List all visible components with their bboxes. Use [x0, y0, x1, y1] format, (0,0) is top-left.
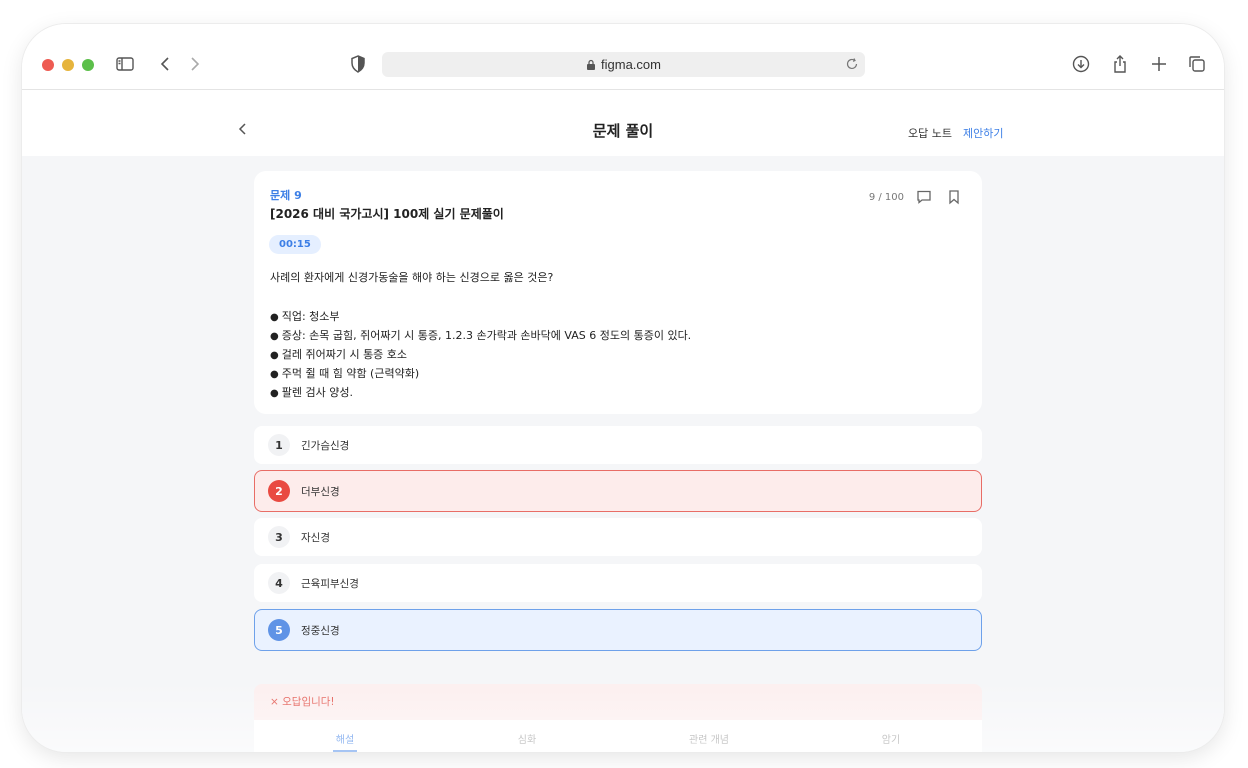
option-number: 4: [268, 572, 290, 594]
question-text: 사례의 환자에게 신경가동술을 해야 하는 신경으로 옳은 것은?: [270, 271, 554, 284]
answer-option-5[interactable]: 5 정중신경: [254, 609, 982, 651]
comment-icon[interactable]: [916, 189, 932, 205]
option-label: 더부신경: [301, 485, 340, 498]
url-text: figma.com: [601, 57, 661, 72]
option-number: 5: [268, 619, 290, 641]
answer-option-4[interactable]: 4 근육피부신경: [254, 564, 982, 602]
case-info-item: 증상: 손목 굽힘, 쥐어짜기 시 통증, 1.2.3 손가락과 손바닥에 VA…: [270, 326, 691, 345]
wrong-note-link[interactable]: 오답 노트: [908, 125, 952, 141]
share-icon[interactable]: [1109, 53, 1131, 75]
answer-option-1[interactable]: 1 긴가슴신경: [254, 426, 982, 464]
option-number: 3: [268, 526, 290, 548]
case-info-item: 걸레 쥐어짜기 시 통증 호소: [270, 345, 691, 364]
option-number: 2: [268, 480, 290, 502]
result-banner: × 오답입니다!: [254, 684, 982, 720]
tab-explanation[interactable]: 해설: [254, 720, 436, 752]
shield-icon[interactable]: [347, 53, 369, 75]
close-window-button[interactable]: [42, 59, 54, 71]
option-label: 근육피부신경: [301, 577, 359, 590]
forward-icon[interactable]: [184, 53, 206, 75]
case-info-list: 직업: 청소부 증상: 손목 굽힘, 쥐어짜기 시 통증, 1.2.3 손가락과…: [270, 307, 691, 402]
address-bar[interactable]: figma.com: [382, 52, 865, 77]
lock-icon: [587, 59, 596, 70]
case-info-item: 주먹 쥘 때 힘 약함 (근력약화): [270, 364, 691, 383]
page-content: 문제 풀이 오답 노트 제안하기 문제 9 [2026 대비 국가고시] 100…: [22, 90, 1224, 752]
answer-option-2[interactable]: 2 더부신경: [254, 470, 982, 512]
explanation-tabs: 해설 심화 관련 개념 암기: [254, 720, 982, 752]
question-number: 문제 9: [270, 189, 302, 202]
tabs-icon[interactable]: [1186, 53, 1208, 75]
case-info-item: 직업: 청소부: [270, 307, 691, 326]
minimize-window-button[interactable]: [62, 59, 74, 71]
back-icon[interactable]: [154, 53, 176, 75]
suggest-link[interactable]: 제안하기: [963, 125, 1003, 141]
app-header: 문제 풀이 오답 노트 제안하기: [22, 90, 1224, 156]
option-number: 1: [268, 434, 290, 456]
bookmark-icon[interactable]: [946, 189, 962, 205]
option-label: 자신경: [301, 531, 330, 544]
browser-toolbar: figma.com: [22, 24, 1224, 90]
reload-icon[interactable]: [845, 57, 859, 71]
tab-advanced[interactable]: 심화: [436, 720, 618, 752]
maximize-window-button[interactable]: [82, 59, 94, 71]
download-icon[interactable]: [1070, 53, 1092, 75]
answer-option-3[interactable]: 3 자신경: [254, 518, 982, 556]
timer-badge: 00:15: [269, 235, 321, 254]
browser-window: figma.com 문제 풀이 오답 노트 제안하기 문제 9 [2026 대비…: [22, 24, 1224, 752]
option-label: 긴가슴신경: [301, 439, 350, 452]
option-label: 정중신경: [301, 624, 340, 637]
tab-related-concepts[interactable]: 관련 개념: [618, 720, 800, 752]
tab-memorize[interactable]: 암기: [800, 720, 982, 752]
question-set-title: [2026 대비 국가고시] 100제 실기 문제풀이: [270, 207, 504, 221]
new-tab-icon[interactable]: [1148, 53, 1170, 75]
sidebar-icon[interactable]: [114, 53, 136, 75]
page-title: 문제 풀이: [592, 122, 654, 140]
question-progress: 9 / 100: [868, 192, 904, 203]
case-info-item: 팔렌 검사 양성.: [270, 383, 691, 402]
question-card: 문제 9 [2026 대비 국가고시] 100제 실기 문제풀이 9 / 100…: [254, 171, 982, 414]
